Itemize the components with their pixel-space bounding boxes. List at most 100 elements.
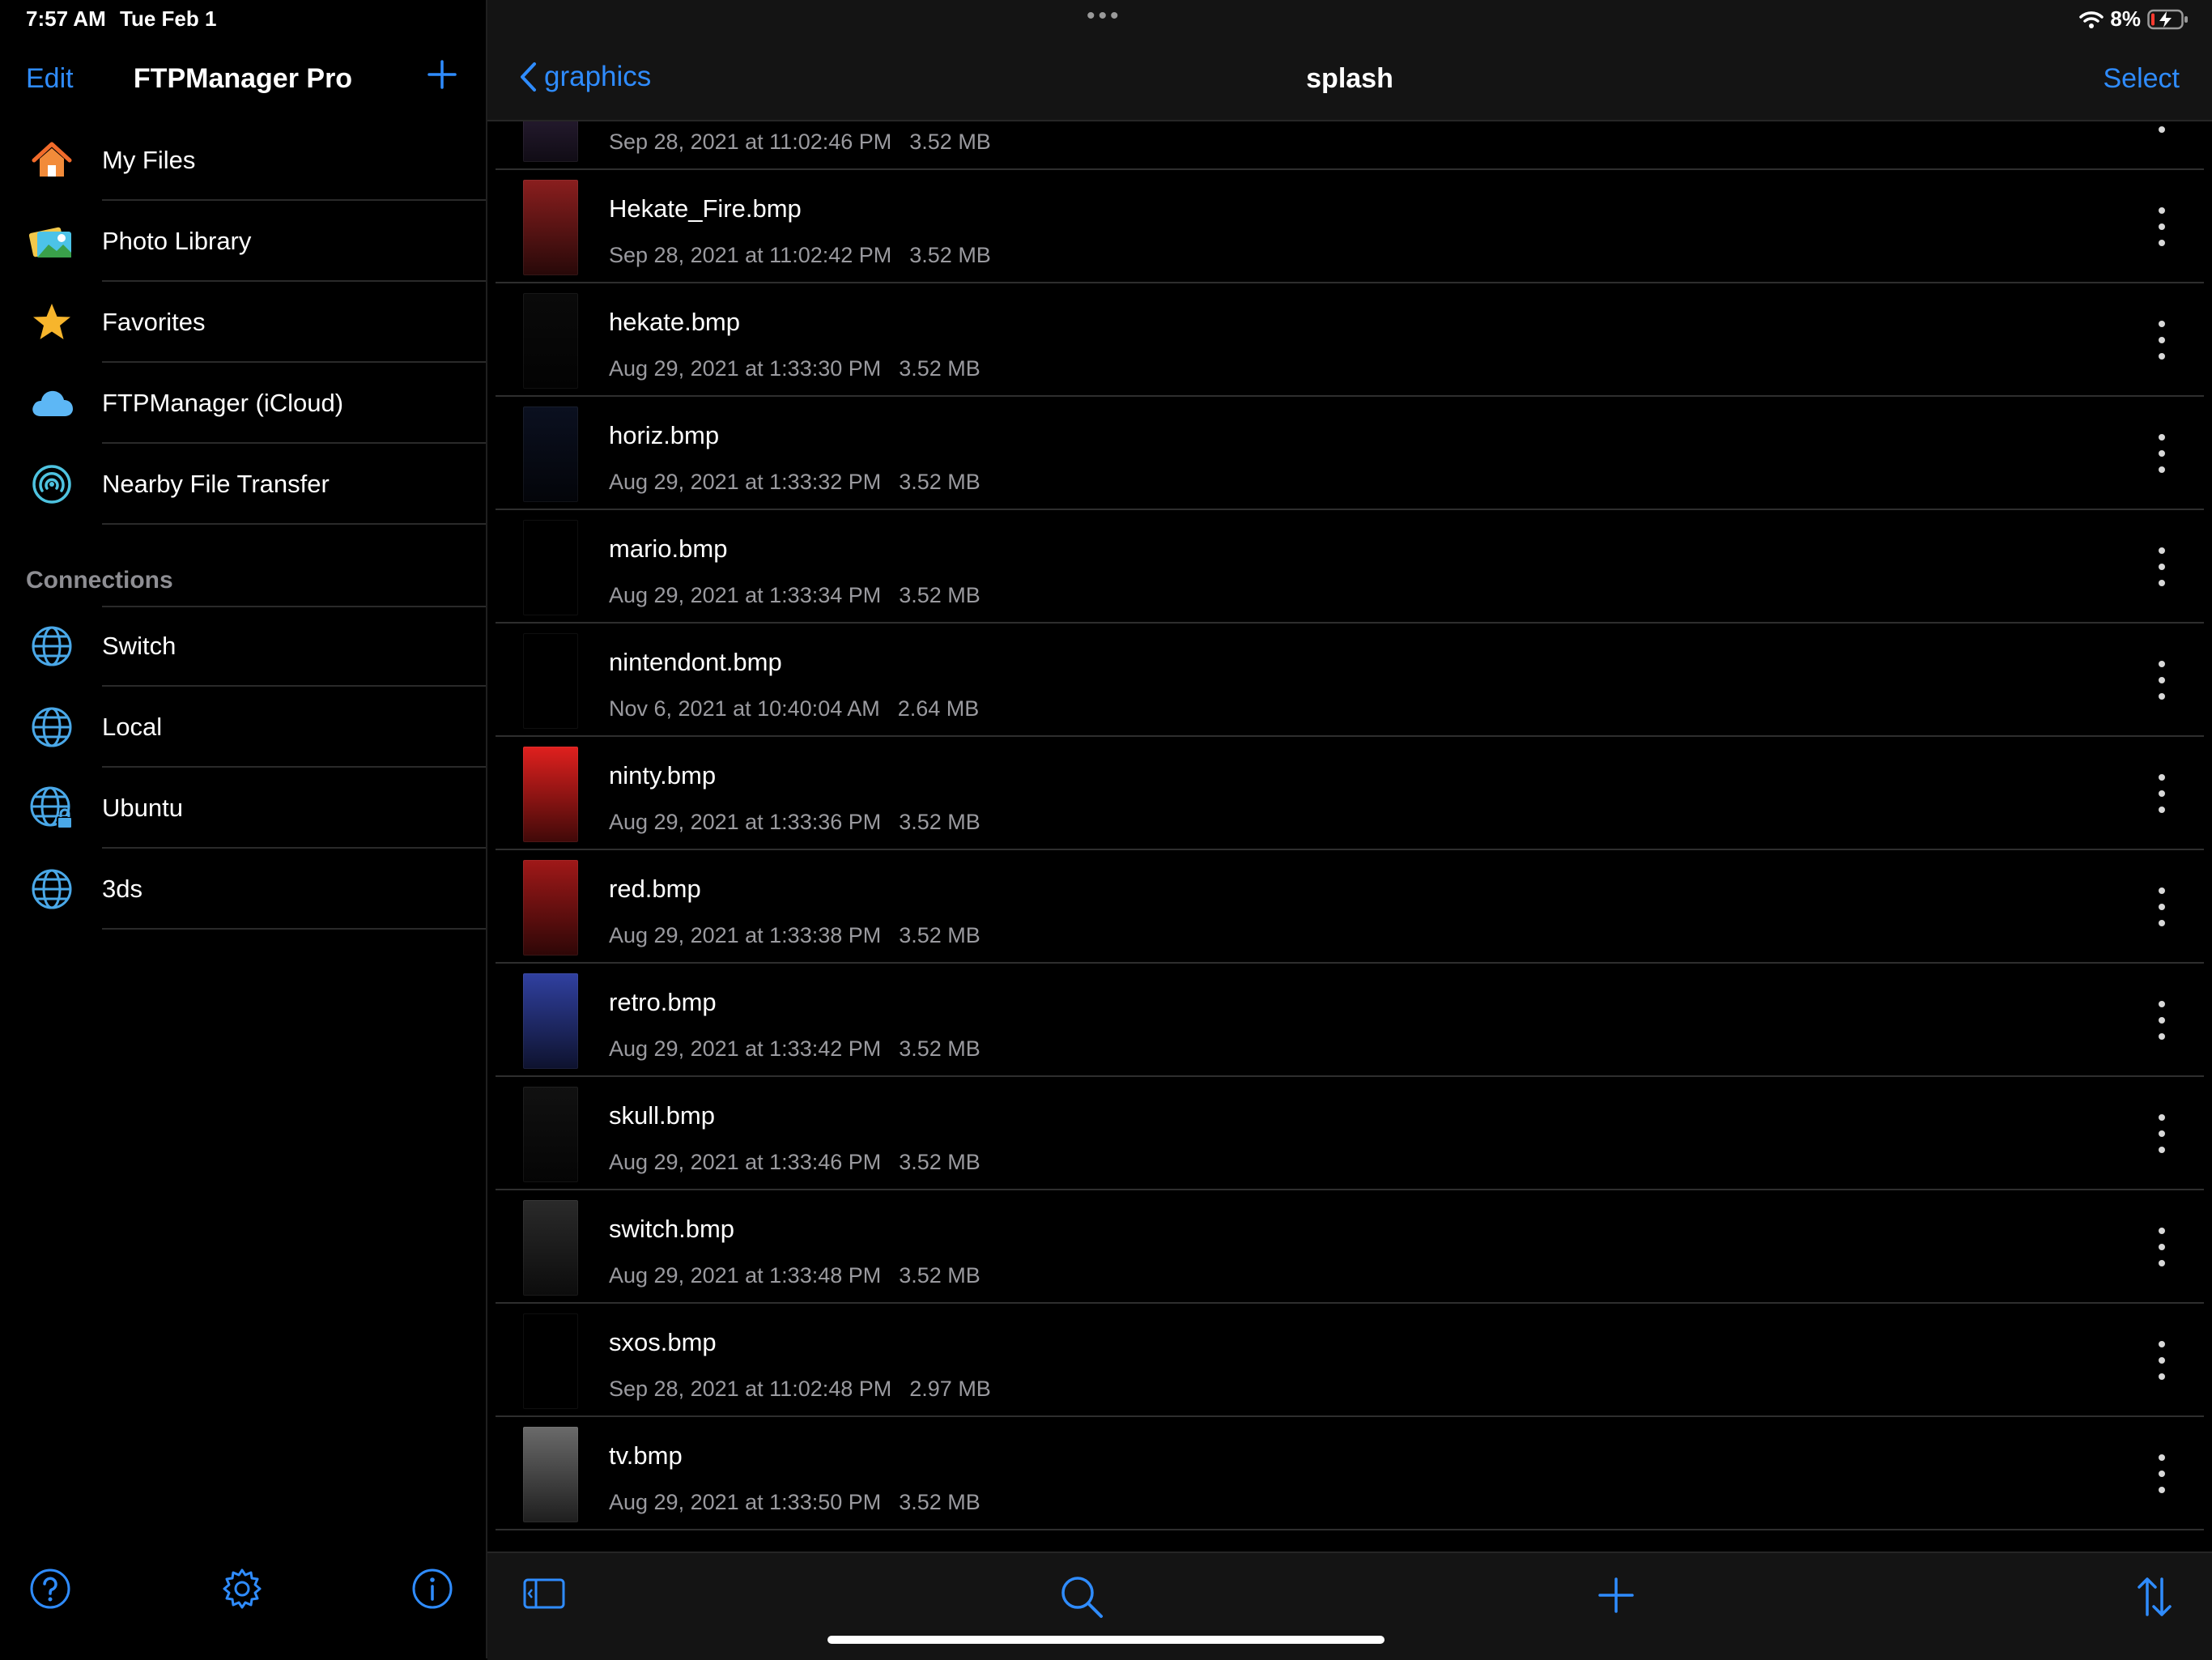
more-options-icon[interactable]: [2146, 774, 2178, 813]
search-icon: [1061, 1577, 1103, 1618]
file-meta: Aug 29, 2021 at 1:33:46 PM 3.52 MB: [609, 1150, 981, 1175]
file-date: Sep 28, 2021 at 11:02:42 PM: [609, 243, 892, 267]
file-meta: Aug 29, 2021 at 1:33:50 PM 3.52 MB: [609, 1490, 981, 1515]
sidebar-title: FTPManager Pro: [133, 63, 353, 94]
sidebar-item-label: FTPManager (iCloud): [102, 389, 344, 417]
file-meta: Sep 28, 2021 at 11:02:48 PM 2.97 MB: [609, 1377, 991, 1402]
more-options-icon[interactable]: [2146, 547, 2178, 586]
file-row[interactable]: mario.bmp Aug 29, 2021 at 1:33:34 PM 3.52 …: [487, 510, 2212, 624]
file-row[interactable]: Hekate_DeepPurple.bmpSep 28, 2021 at 11:…: [487, 121, 2212, 170]
settings-button[interactable]: [219, 1566, 265, 1615]
sidebar-item-label: Favorites: [102, 308, 206, 336]
file-date: Aug 29, 2021 at 1:33:30 PM: [609, 356, 882, 381]
file-name: Hekate_Fire.bmp: [609, 194, 802, 223]
more-options-icon[interactable]: [2146, 1341, 2178, 1380]
more-options-icon[interactable]: [2146, 434, 2178, 473]
file-size: 3.52 MB: [899, 810, 981, 834]
file-name: nintendont.bmp: [609, 648, 782, 676]
globe-icon: [26, 701, 78, 753]
sidebar-item-label: Photo Library: [102, 227, 252, 255]
file-meta: Aug 29, 2021 at 1:33:38 PM 3.52 MB: [609, 923, 981, 948]
more-options-icon[interactable]: [2146, 321, 2178, 360]
multitasking-dots-icon[interactable]: •••: [1087, 4, 1122, 28]
connection-item-switch[interactable]: Switch: [0, 606, 486, 687]
more-options-icon[interactable]: [2146, 121, 2178, 133]
info-button[interactable]: [410, 1566, 455, 1615]
file-meta: Aug 29, 2021 at 1:33:32 PM 3.52 MB: [609, 470, 981, 495]
connection-item-local[interactable]: Local: [0, 687, 486, 768]
toggle-sidebar-button[interactable]: [521, 1573, 567, 1619]
file-meta: Aug 29, 2021 at 1:33:34 PM 3.52 MB: [609, 583, 981, 608]
file-name: mario.bmp: [609, 534, 728, 563]
sidebar-item-label: My Files: [102, 146, 196, 174]
status-date: Tue Feb 1: [120, 6, 217, 31]
file-meta: Sep 28, 2021 at 11:02:42 PM 3.52 MB: [609, 243, 991, 268]
file-name: ninty.bmp: [609, 761, 717, 790]
file-meta: Aug 29, 2021 at 1:33:42 PM 3.52 MB: [609, 1036, 981, 1062]
search-button[interactable]: [1057, 1573, 1106, 1625]
file-row[interactable]: skull.bmp Aug 29, 2021 at 1:33:46 PM 3.52 …: [487, 1077, 2212, 1190]
file-row[interactable]: sxos.bmp Sep 28, 2021 at 11:02:48 PM 2.97 …: [487, 1304, 2212, 1417]
file-row[interactable]: horiz.bmp Aug 29, 2021 at 1:33:32 PM 3.52 …: [487, 397, 2212, 510]
sidebar: Edit FTPManager Pro My Files Photo Libra…: [0, 0, 487, 1658]
sidebar-item-photo-library[interactable]: Photo Library: [0, 201, 486, 282]
file-size: 3.52 MB: [909, 243, 991, 267]
sidebar-item-my-files[interactable]: My Files: [0, 120, 486, 201]
help-button[interactable]: [28, 1566, 73, 1615]
locations-list: My Files Photo Library Favorites FTPMana…: [0, 120, 486, 525]
connection-item-ubuntu[interactable]: Ubuntu: [0, 768, 486, 849]
file-name: horiz.bmp: [609, 421, 720, 449]
file-thumbnail: [523, 406, 578, 502]
file-row[interactable]: hekate.bmp Aug 29, 2021 at 1:33:30 PM 3.52…: [487, 283, 2212, 397]
sidebar-item-icloud[interactable]: FTPManager (iCloud): [0, 363, 486, 444]
file-thumbnail: [523, 860, 578, 956]
file-date: Nov 6, 2021 at 10:40:04 AM: [609, 696, 880, 721]
file-date: Aug 29, 2021 at 1:33:36 PM: [609, 810, 882, 834]
file-row[interactable]: ninty.bmp Aug 29, 2021 at 1:33:36 PM 3.52 …: [487, 737, 2212, 850]
file-size: 2.64 MB: [897, 696, 980, 721]
file-name: hekate.bmp: [609, 308, 740, 336]
file-row[interactable]: retro.bmp Aug 29, 2021 at 1:33:42 PM 3.52 …: [487, 964, 2212, 1077]
file-size: 3.52 MB: [899, 1263, 981, 1288]
select-button[interactable]: Select: [2104, 63, 2180, 95]
file-date: Aug 29, 2021 at 1:33:32 PM: [609, 470, 882, 494]
connection-label: Ubuntu: [102, 794, 183, 822]
file-row[interactable]: nintendont.bmp Nov 6, 2021 at 10:40:04 AM…: [487, 624, 2212, 737]
more-options-icon[interactable]: [2146, 1454, 2178, 1493]
sidebar-bottom-bar: [0, 1563, 486, 1620]
help-icon: [30, 1568, 70, 1609]
sidebar-item-nearby-transfer[interactable]: Nearby File Transfer: [0, 444, 486, 525]
more-options-icon[interactable]: [2146, 661, 2178, 700]
more-options-icon[interactable]: [2146, 1228, 2178, 1266]
add-button[interactable]: [1593, 1573, 1639, 1622]
more-options-icon[interactable]: [2146, 1114, 2178, 1153]
file-meta: Aug 29, 2021 at 1:33:48 PM 3.52 MB: [609, 1263, 981, 1288]
house-icon: [26, 134, 78, 186]
cloud-icon: [26, 377, 78, 429]
file-size: 3.52 MB: [909, 130, 991, 154]
file-date: Aug 29, 2021 at 1:33:42 PM: [609, 1036, 882, 1061]
connection-label: 3ds: [102, 875, 143, 903]
file-row[interactable]: Hekate_Fire.bmp Sep 28, 2021 at 11:02:42 …: [487, 170, 2212, 283]
row-divider: [496, 1529, 2204, 1530]
more-options-icon[interactable]: [2146, 887, 2178, 926]
file-size: 3.52 MB: [899, 1490, 981, 1514]
file-row[interactable]: switch.bmp Aug 29, 2021 at 1:33:48 PM 3.52…: [487, 1190, 2212, 1304]
more-options-icon[interactable]: [2146, 1001, 2178, 1040]
gear-icon: [223, 1568, 262, 1609]
add-connection-button[interactable]: [424, 57, 460, 96]
more-options-icon[interactable]: [2146, 207, 2178, 246]
file-meta: Nov 6, 2021 at 10:40:04 AM 2.64 MB: [609, 696, 979, 721]
sort-icon: [2138, 1577, 2172, 1616]
sidebar-item-favorites[interactable]: Favorites: [0, 282, 486, 363]
file-thumbnail: [523, 520, 578, 615]
status-time: 7:57 AM: [26, 6, 106, 31]
file-date: Sep 28, 2021 at 11:02:48 PM: [609, 1377, 892, 1401]
home-indicator[interactable]: [827, 1636, 1385, 1644]
status-right: 8%: [2079, 6, 2189, 32]
sort-button[interactable]: [2134, 1573, 2175, 1625]
file-thumbnail: [523, 1427, 578, 1522]
file-row[interactable]: red.bmp Aug 29, 2021 at 1:33:38 PM 3.52 MB: [487, 850, 2212, 964]
file-row[interactable]: tv.bmp Aug 29, 2021 at 1:33:50 PM 3.52 MB: [487, 1417, 2212, 1530]
connection-item-3ds[interactable]: 3ds: [0, 849, 486, 930]
